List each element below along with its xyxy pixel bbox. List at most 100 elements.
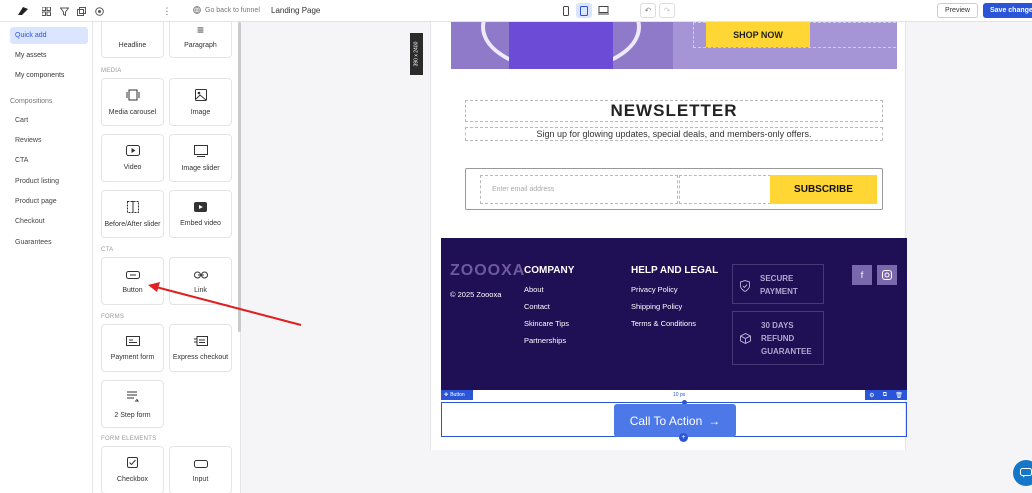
- panel-scrollbar[interactable]: [238, 22, 241, 332]
- logo-icon[interactable]: [16, 4, 30, 18]
- element-link[interactable]: Link: [169, 257, 232, 305]
- company-column: COMPANY About Contact Skincare Tips Part…: [524, 265, 574, 353]
- footer-link-shipping[interactable]: Shipping Policy: [631, 302, 718, 311]
- back-to-funnel-link[interactable]: Go back to funnel: [193, 6, 260, 14]
- footer-logo: ZOOOXA: [450, 262, 526, 279]
- more-icon[interactable]: ⋮: [160, 4, 174, 18]
- button-label: Button: [122, 286, 143, 294]
- footer-link-terms[interactable]: Terms & Conditions: [631, 319, 718, 328]
- media-carousel-label: Media carousel: [108, 108, 157, 116]
- compositions-heading: Compositions: [10, 98, 53, 105]
- composition-cart[interactable]: Cart: [15, 117, 28, 124]
- redo-icon[interactable]: ↷: [659, 3, 675, 18]
- express-checkout-icon: [193, 335, 208, 348]
- element-video[interactable]: Video: [101, 134, 164, 182]
- tab-my-components[interactable]: My components: [10, 67, 88, 84]
- composition-product-listing[interactable]: Product listing: [15, 178, 59, 185]
- shield-icon: [740, 280, 750, 292]
- image-icon: [194, 88, 207, 103]
- subscribe-button[interactable]: SUBSCRIBE: [770, 175, 877, 204]
- refund-guarantee-badge: 30 DAYS REFUND GUARANTEE: [732, 311, 824, 365]
- element-button[interactable]: Button: [101, 257, 164, 305]
- element-input[interactable]: Input: [169, 446, 232, 493]
- element-express-checkout[interactable]: Express checkout: [169, 324, 232, 372]
- globe-icon: [193, 6, 201, 14]
- before-after-label: Before/After slider: [104, 220, 161, 228]
- footer-link-partnerships[interactable]: Partnerships: [524, 336, 574, 345]
- image-label: Image: [190, 108, 211, 116]
- help-column: HELP AND LEGAL Privacy Policy Shipping P…: [631, 265, 718, 336]
- cta-section-heading: CTA: [101, 247, 114, 253]
- headline-label: Headline: [118, 42, 147, 49]
- settings-icon[interactable]: ⚙: [869, 392, 874, 399]
- save-changes-button[interactable]: Save changes: [983, 3, 1032, 18]
- element-media-carousel[interactable]: Media carousel: [101, 78, 164, 126]
- back-label: Go back to funnel: [205, 6, 260, 14]
- delete-icon[interactable]: 🗑: [895, 392, 903, 399]
- tablet-view-icon[interactable]: [576, 3, 592, 18]
- mobile-view-icon[interactable]: [558, 3, 574, 18]
- badge2-line2: REFUND: [761, 334, 795, 343]
- checkbox-icon: [127, 457, 138, 470]
- link-label: Link: [194, 286, 207, 294]
- grid-icon[interactable]: [39, 4, 53, 18]
- newsletter-title[interactable]: NEWSLETTER: [465, 100, 883, 122]
- carousel-icon: [126, 89, 140, 103]
- badge1-line2: PAYMENT: [760, 287, 798, 296]
- element-embed-video[interactable]: Embed video: [169, 190, 232, 238]
- move-icon: ✥: [444, 392, 449, 398]
- footer-link-skincare-tips[interactable]: Skincare Tips: [524, 319, 574, 328]
- left-sidebar: Quick add My assets My components Compos…: [0, 22, 93, 493]
- element-2-step-form[interactable]: 2 Step form: [101, 380, 164, 428]
- call-to-action-button[interactable]: Call To Action →: [614, 404, 736, 437]
- embed-video-label: Embed video: [180, 219, 221, 227]
- element-checkbox[interactable]: Checkbox: [101, 446, 164, 493]
- paragraph-label: Paragraph: [184, 42, 217, 49]
- newsletter-form[interactable]: Enter email address SUBSCRIBE: [465, 168, 883, 210]
- element-before-after-slider[interactable]: Before/After slider: [101, 190, 164, 238]
- settings-icon[interactable]: [92, 4, 106, 18]
- link-icon: [193, 269, 208, 281]
- selected-button-section[interactable]: Call To Action → +: [441, 400, 907, 442]
- composition-cta[interactable]: CTA: [15, 157, 28, 164]
- element-image-slider[interactable]: Image slider: [169, 134, 232, 182]
- composition-guarantees[interactable]: Guarantees: [15, 239, 52, 246]
- instagram-icon[interactable]: [877, 265, 897, 285]
- footer-link-privacy[interactable]: Privacy Policy: [631, 285, 718, 294]
- email-field[interactable]: Enter email address: [480, 175, 678, 204]
- add-section-icon[interactable]: +: [679, 433, 688, 442]
- composition-product-page[interactable]: Product page: [15, 198, 57, 205]
- undo-icon[interactable]: ↶: [640, 3, 656, 18]
- element-paragraph[interactable]: ≡ Paragraph: [169, 22, 232, 58]
- hero-image: [451, 22, 673, 69]
- element-headline[interactable]: Headline: [101, 22, 164, 58]
- footer-section[interactable]: ZOOOXA © 2025 Zoooxa COMPANY About Conta…: [441, 238, 907, 390]
- footer-link-contact[interactable]: Contact: [524, 302, 574, 311]
- hero-section[interactable]: SHOP NOW: [451, 22, 897, 69]
- selected-element-tag[interactable]: ✥ Button: [441, 390, 473, 400]
- tab-quick-add[interactable]: Quick add: [10, 27, 88, 44]
- duplicate-icon[interactable]: ⧉: [883, 392, 887, 399]
- box-icon: [740, 333, 751, 344]
- facebook-icon[interactable]: f: [852, 265, 872, 285]
- copy-icon[interactable]: [74, 4, 88, 18]
- footer-link-about[interactable]: About: [524, 285, 574, 294]
- size-ruler: 390 x 2400: [410, 33, 423, 75]
- preview-button[interactable]: Preview: [937, 3, 978, 18]
- image-slider-icon: [193, 144, 208, 159]
- tab-my-assets[interactable]: My assets: [10, 47, 88, 64]
- company-heading: COMPANY: [524, 265, 575, 276]
- composition-reviews[interactable]: Reviews: [15, 137, 41, 144]
- forms-section-heading: FORMS: [101, 314, 125, 320]
- badge2-line1: 30 DAYS: [761, 321, 794, 330]
- newsletter-subtitle[interactable]: Sign up for glowing updates, special dea…: [465, 127, 883, 141]
- funnel-icon[interactable]: [57, 4, 71, 18]
- element-payment-form[interactable]: Payment form: [101, 324, 164, 372]
- element-image[interactable]: Image: [169, 78, 232, 126]
- ruler-label: 390 x 2400: [413, 41, 420, 67]
- shop-now-button[interactable]: SHOP NOW: [706, 22, 810, 47]
- desktop-view-icon[interactable]: [595, 3, 611, 18]
- composition-checkout[interactable]: Checkout: [15, 218, 45, 225]
- chat-widget-icon[interactable]: [1013, 460, 1032, 486]
- spacing-indicator: 10 px: [673, 392, 686, 398]
